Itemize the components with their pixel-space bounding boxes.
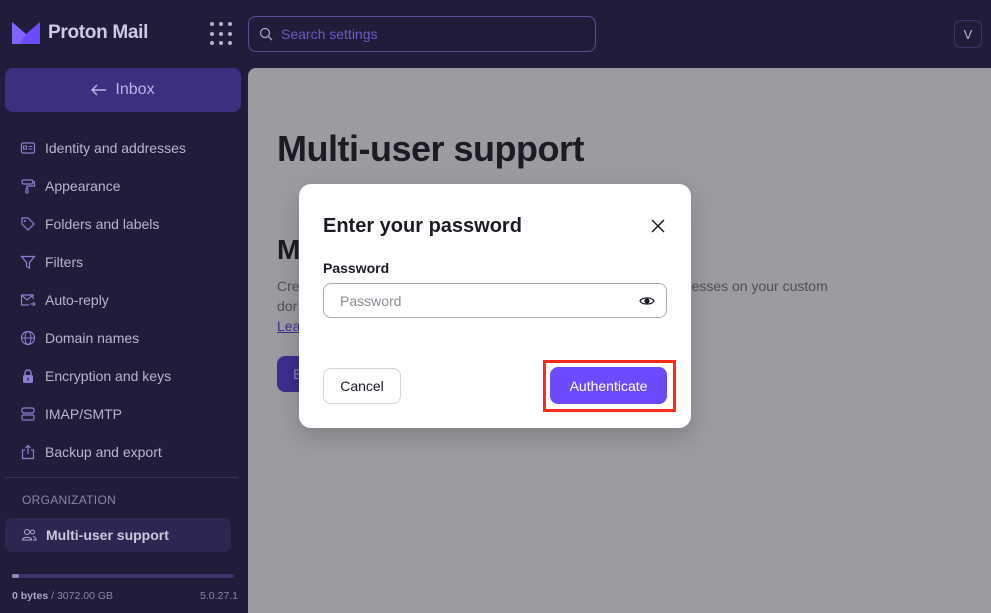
search-icon bbox=[259, 27, 273, 41]
paint-roller-icon bbox=[21, 179, 36, 194]
password-field[interactable] bbox=[323, 283, 667, 318]
sidebar-item-label: Auto-reply bbox=[45, 292, 109, 308]
back-to-inbox-button[interactable]: Inbox bbox=[5, 68, 241, 112]
grid-dot-icon bbox=[210, 22, 214, 26]
password-input[interactable] bbox=[340, 292, 630, 309]
eye-icon[interactable] bbox=[639, 293, 655, 309]
grid-dot-icon bbox=[210, 41, 214, 46]
sidebar-item-filters[interactable]: Filters bbox=[5, 243, 241, 281]
proton-mail-logo[interactable]: Proton Mail bbox=[12, 22, 148, 44]
section-heading: M bbox=[277, 234, 301, 265]
sidebar-item-domain-names[interactable]: Domain names bbox=[5, 319, 241, 357]
sidebar-item-label: Identity and addresses bbox=[45, 140, 186, 156]
envelope-arrow-icon bbox=[20, 294, 36, 307]
sidebar-item-imap-smtp[interactable]: IMAP/SMTP bbox=[5, 395, 241, 433]
filter-icon bbox=[20, 255, 36, 269]
authenticate-button[interactable]: Authenticate bbox=[550, 367, 667, 404]
proton-logo-icon bbox=[12, 22, 40, 44]
storage-usage-bar bbox=[12, 574, 234, 578]
brand-name: Proton Mail bbox=[48, 22, 149, 43]
grid-dot-icon bbox=[228, 22, 232, 26]
tag-icon bbox=[21, 217, 35, 231]
arrow-left-icon bbox=[91, 84, 107, 96]
inbox-label: Inbox bbox=[115, 81, 155, 98]
sidebar-item-multi-user-support[interactable]: Multi-user support bbox=[5, 518, 231, 552]
apps-grid-button[interactable] bbox=[210, 22, 234, 46]
storage-separator: / bbox=[48, 590, 57, 602]
settings-nav: Identity and addresses Appearance Folder… bbox=[5, 129, 241, 471]
grid-dot-icon bbox=[228, 41, 232, 46]
enter-password-modal: Enter your password Password Cancel Auth… bbox=[299, 184, 691, 428]
grid-dot-icon bbox=[228, 31, 232, 36]
learn-more-link[interactable]: Lea bbox=[277, 318, 300, 334]
cancel-button[interactable]: Cancel bbox=[323, 368, 401, 404]
storage-total: 3072.00 GB bbox=[56, 590, 113, 602]
close-icon[interactable] bbox=[649, 217, 667, 235]
sidebar-item-label: Encryption and keys bbox=[45, 368, 172, 384]
app-version: 5.0.27.1 bbox=[200, 590, 238, 602]
sidebar-item-label: Multi-user support bbox=[46, 527, 169, 543]
sidebar-item-label: IMAP/SMTP bbox=[45, 406, 123, 422]
page-title: Multi-user support bbox=[277, 128, 584, 169]
user-avatar-button[interactable]: V bbox=[954, 20, 982, 48]
sidebar-item-label: Appearance bbox=[45, 178, 121, 194]
storage-used: 0 bytes bbox=[12, 590, 49, 602]
sidebar-item-label: Folders and labels bbox=[45, 216, 160, 232]
sidebar-item-auto-reply[interactable]: Auto-reply bbox=[5, 281, 241, 319]
sidebar-divider bbox=[5, 477, 238, 478]
search-input[interactable] bbox=[281, 26, 571, 42]
users-icon bbox=[21, 528, 37, 541]
id-card-icon bbox=[20, 142, 36, 154]
sidebar-item-label: Domain names bbox=[45, 330, 140, 346]
modal-title: Enter your password bbox=[323, 215, 522, 237]
grid-dot-icon bbox=[210, 31, 214, 36]
sidebar-item-label: Backup and export bbox=[45, 444, 162, 460]
sidebar-item-appearance[interactable]: Appearance bbox=[5, 167, 241, 205]
storage-usage-fill bbox=[12, 574, 19, 578]
sidebar-item-backup-export[interactable]: Backup and export bbox=[5, 433, 241, 471]
description-left-fragment: Cre bbox=[277, 278, 300, 294]
organization-section-title: ORGANIZATION bbox=[22, 493, 117, 507]
sidebar-item-encryption-keys[interactable]: Encryption and keys bbox=[5, 357, 241, 395]
servers-icon bbox=[21, 407, 35, 421]
search-settings-box[interactable] bbox=[248, 16, 596, 52]
description-left-fragment-2: dor bbox=[277, 298, 298, 314]
storage-usage-text: 0 bytes / 3072.00 GB bbox=[12, 590, 113, 602]
sidebar-item-folders-labels[interactable]: Folders and labels bbox=[5, 205, 241, 243]
export-icon bbox=[21, 444, 35, 460]
grid-dot-icon bbox=[219, 41, 223, 46]
sidebar-item-identity[interactable]: Identity and addresses bbox=[5, 129, 241, 167]
globe-icon bbox=[20, 330, 36, 346]
description-right-fragment: esses on your custom bbox=[691, 278, 828, 294]
lock-icon bbox=[23, 369, 33, 383]
password-label: Password bbox=[323, 260, 390, 276]
sidebar-item-label: Filters bbox=[45, 254, 84, 270]
grid-dot-icon bbox=[219, 31, 223, 36]
grid-dot-icon bbox=[219, 22, 223, 26]
